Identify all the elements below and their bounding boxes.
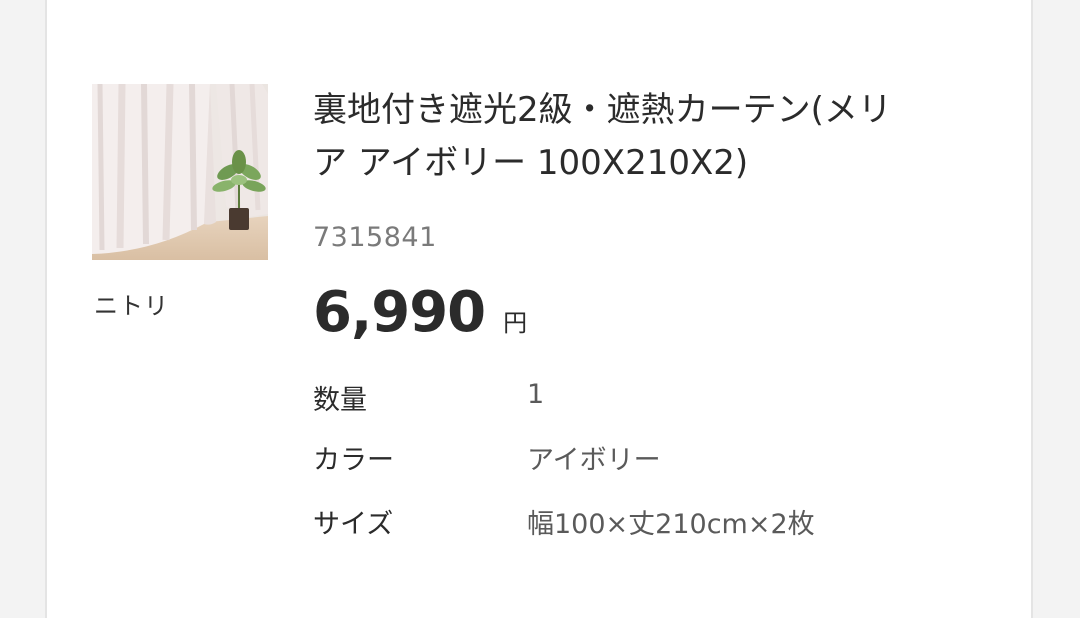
price-value: 6,990 [313, 280, 486, 345]
size-value: 幅100×丈210cm×2枚 [527, 509, 815, 540]
quantity-label: 数量 [313, 385, 367, 416]
product-thumbnail[interactable] [92, 84, 268, 260]
product-code: 7315841 [313, 222, 437, 253]
size-label: サイズ [313, 509, 394, 540]
color-label: カラー [313, 445, 394, 476]
brand-name: ニトリ [94, 292, 169, 320]
price-row: 6,990 円 [313, 280, 527, 345]
order-item-card: ニトリ 裏地付き遮光2級・遮熱カーテン(メリ ア アイボリー 100X210X2… [45, 0, 1033, 618]
quantity-value: 1 [527, 379, 545, 410]
color-value: アイボリー [527, 445, 661, 476]
curtain-product-image [92, 84, 268, 260]
currency-label: 円 [503, 309, 528, 337]
product-title[interactable]: 裏地付き遮光2級・遮熱カーテン(メリ ア アイボリー 100X210X2) [313, 84, 983, 190]
